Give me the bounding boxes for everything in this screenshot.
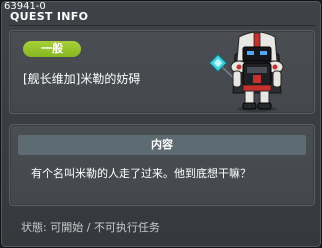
robot-knight-npc-icon — [208, 31, 284, 112]
quest-name: [舰长维加]米勒的妨碍 — [23, 72, 141, 86]
quest-description: 有个名叫米勒的人走了过来。他到底想干嘛？ — [31, 167, 251, 180]
window-title: QUEST INFO — [10, 10, 89, 23]
title-divider — [9, 25, 315, 26]
details-header: 内容 — [18, 135, 306, 155]
quest-info-window: 63941-0 QUEST INFO 一般 [舰长维加]米勒的妨碍 内容 有个名… — [0, 0, 322, 248]
quest-status: 状態: 可開始 / 不可执行任务 — [21, 221, 160, 234]
category-badge: 一般 — [23, 41, 81, 57]
